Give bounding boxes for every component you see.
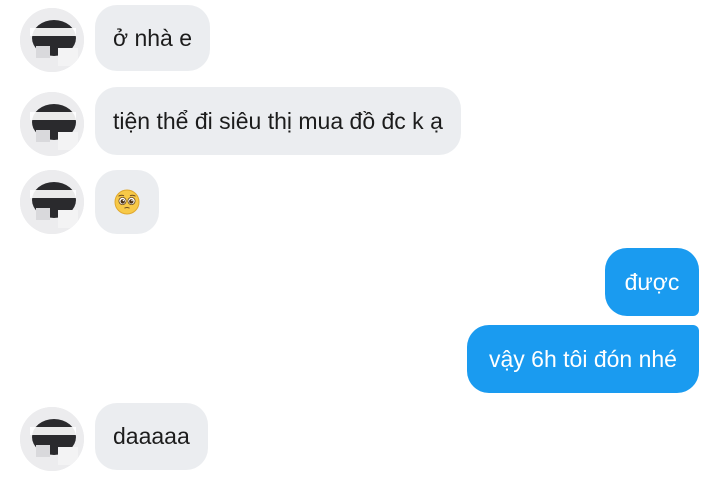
message-text: được [624,268,680,295]
message-bubble-outgoing[interactable]: được [605,248,699,316]
message-bubble[interactable]: tiện thể đi siêu thị mua đồ đc k ạ [95,87,461,155]
avatar[interactable] [20,407,84,471]
avatar[interactable] [20,92,84,156]
message-bubble[interactable]: ở nhà e [95,5,211,71]
profile-photo-icon [20,92,84,156]
message-bubble-outgoing[interactable]: vậy 6h tôi đón nhé [467,325,699,393]
profile-photo-icon [20,407,84,471]
avatar[interactable] [20,170,84,234]
chat-thread: ở nhà e tiện thể đi siêu thị mua đồ đc k… [0,0,720,479]
message-bubble[interactable]: daaaaa [95,403,208,470]
message-text: vậy 6h tôi đón nhé [489,345,677,372]
message-bubble[interactable] [95,170,159,234]
profile-photo-icon [20,8,84,72]
message-text: ở nhà e [113,24,193,51]
avatar[interactable] [20,8,84,72]
message-text: daaaaa [113,423,190,449]
message-text: tiện thể đi siêu thị mua đồ đc k ạ [113,107,443,134]
pleading-face-icon [114,189,140,215]
profile-photo-icon [20,170,84,234]
